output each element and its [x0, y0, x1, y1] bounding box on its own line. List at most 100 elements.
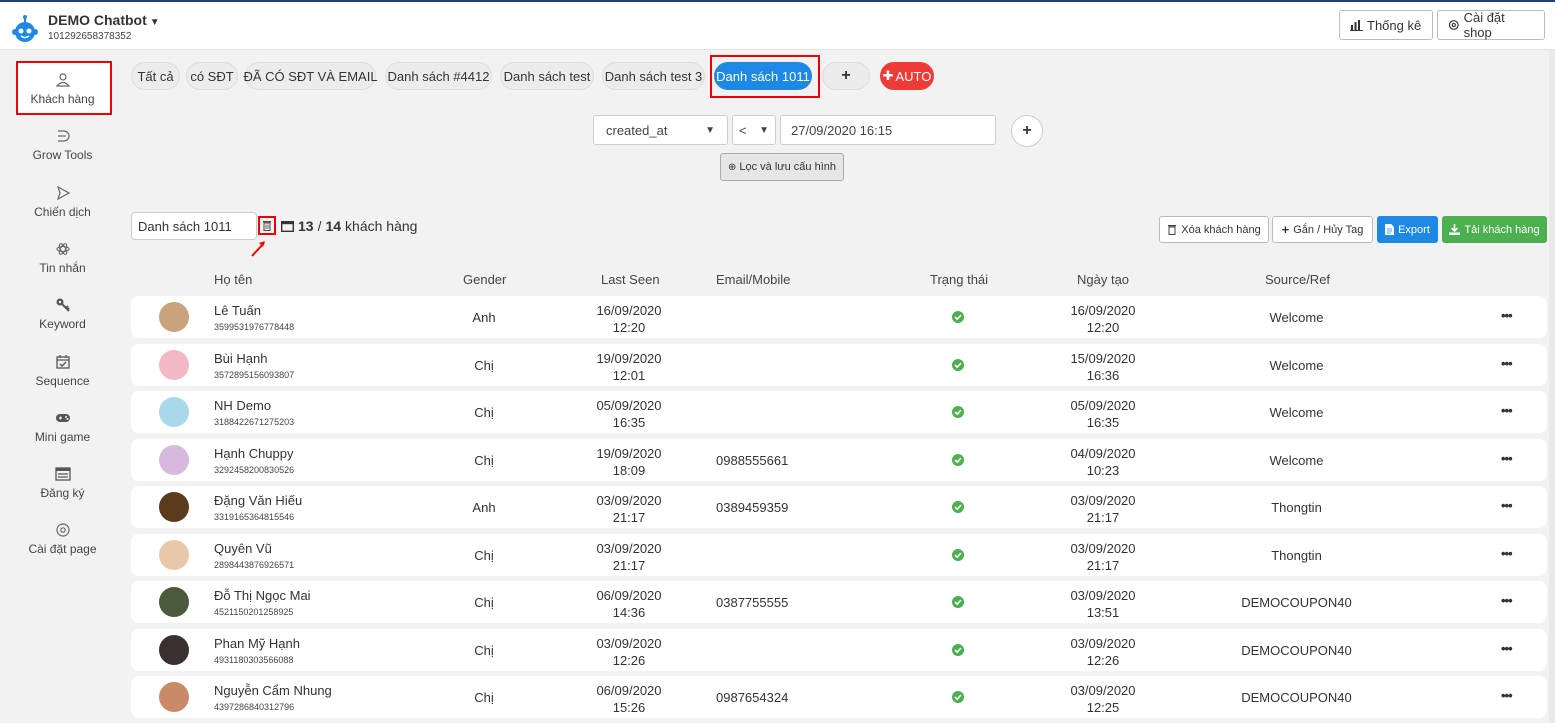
avatar[interactable]	[159, 540, 189, 570]
sidebar-item-mini-game[interactable]: Mini game	[0, 410, 125, 444]
filter-operator-value: <	[739, 122, 747, 138]
sidebar-item-campaigns[interactable]: Chiến dịch	[0, 185, 125, 219]
export-button[interactable]: Export	[1377, 216, 1438, 243]
column-header-email[interactable]: Email/Mobile	[716, 272, 790, 287]
column-header-status[interactable]: Trạng thái	[930, 272, 988, 287]
delete-customers-button[interactable]: Xóa khách hàng	[1159, 216, 1269, 243]
sidebar-item-label: Grow Tools	[32, 148, 93, 162]
download-customers-button[interactable]: Tải khách hàng	[1442, 216, 1547, 243]
customer-name[interactable]: Hạnh Chuppy	[214, 446, 294, 461]
tab-list-4412[interactable]: Danh sách #4412	[385, 62, 492, 90]
tab-has-phone-email[interactable]: ĐÃ CÓ SĐT VÀ EMAIL	[243, 62, 378, 90]
filter-value-input[interactable]: 27/09/2020 16:15	[780, 115, 996, 145]
customer-name[interactable]: NH Demo	[214, 398, 271, 413]
customer-gender: Chị	[474, 594, 494, 610]
column-header-source[interactable]: Source/Ref	[1265, 272, 1330, 287]
sidebar-item-sequence[interactable]: Sequence	[0, 354, 125, 388]
sidebar-item-grow-tools[interactable]: Grow Tools	[0, 128, 125, 162]
customer-name[interactable]: Phan Mỹ Hạnh	[214, 636, 300, 651]
sidebar-item-page-settings[interactable]: Cài đặt page	[0, 522, 125, 556]
table-row[interactable]: Hạnh Chuppy 3292458200830526 Chị 19/09/2020…	[131, 439, 1547, 481]
column-header-gender[interactable]: Gender	[463, 272, 506, 287]
source-ref: Welcome	[1269, 452, 1324, 468]
avatar[interactable]	[159, 397, 189, 427]
customer-gender: Chị	[474, 452, 494, 468]
source-ref: Welcome	[1269, 404, 1324, 420]
table-row[interactable]: NH Demo 3188422671275203 Chị 05/09/2020 16:3…	[131, 391, 1547, 433]
table-row[interactable]: Lê Tuấn 3599531976778448 Anh 16/09/2020 12:2…	[131, 296, 1547, 338]
avatar[interactable]	[159, 350, 189, 380]
shop-settings-button[interactable]: Cài đặt shop	[1437, 10, 1545, 40]
more-options-icon[interactable]: •••	[1501, 641, 1513, 656]
last-seen-time: 12:26	[612, 653, 646, 668]
customer-id: 3572895156093807	[214, 370, 295, 380]
customer-id: 3319165364815546	[214, 512, 295, 522]
customer-name[interactable]: Quyên Vũ	[214, 541, 272, 556]
scrollbar[interactable]	[1549, 50, 1555, 723]
stats-button-label: Thống kê	[1367, 17, 1422, 33]
filter-field-select[interactable]: created_at ▼	[593, 115, 728, 145]
sidebar-item-messages[interactable]: Tin nhắn	[0, 241, 125, 275]
created-time: 12:26	[1086, 653, 1120, 668]
send-icon	[56, 185, 70, 201]
table-row[interactable]: Quyên Vũ 2898443876926571 Chị 03/09/2020 21:…	[131, 534, 1547, 576]
avatar[interactable]	[159, 587, 189, 617]
more-options-icon[interactable]: •••	[1501, 403, 1513, 418]
table-row[interactable]: Phan Mỹ Hạnh 4931180303566088 Chị 03/09/202…	[131, 629, 1547, 671]
more-options-icon[interactable]: •••	[1501, 498, 1513, 513]
file-icon	[1385, 224, 1395, 235]
filter-save-button[interactable]: ⊕ Lọc và lưu cấu hình	[720, 153, 844, 181]
more-options-icon[interactable]: •••	[1501, 451, 1513, 466]
sidebar-item-customers[interactable]: Khách hàng	[0, 72, 125, 106]
last-seen-date: 19/09/2020	[596, 446, 662, 461]
customer-name[interactable]: Lê Tuấn	[214, 303, 261, 318]
column-header-last-seen[interactable]: Last Seen	[601, 272, 660, 287]
add-filter-button[interactable]: +	[1011, 115, 1043, 147]
more-options-icon[interactable]: •••	[1501, 546, 1513, 561]
page-selector[interactable]: DEMO Chatbot ▼	[48, 12, 160, 28]
add-tab-button[interactable]: +	[822, 62, 870, 90]
more-options-icon[interactable]: •••	[1501, 308, 1513, 323]
tab-list-test-3[interactable]: Danh sách test 3	[602, 62, 705, 90]
sidebar-item-register[interactable]: Đăng ký	[0, 466, 125, 500]
avatar[interactable]	[159, 492, 189, 522]
customer-name[interactable]: Đặng Văn Hiếu	[214, 493, 302, 508]
table-row[interactable]: Bùi Hạnh 3572895156093807 Chị 19/09/2020 12:…	[131, 344, 1547, 386]
sidebar-item-keyword[interactable]: Keyword	[0, 297, 125, 331]
customer-name[interactable]: Bùi Hạnh	[214, 351, 267, 366]
more-options-icon[interactable]: •••	[1501, 593, 1513, 608]
column-header-created[interactable]: Ngày tạo	[1077, 272, 1129, 287]
table-row[interactable]: Nguyễn Cẩm Nhung 4397286840312796 Chị 06/09…	[131, 676, 1547, 718]
tab-all[interactable]: Tất cả	[131, 62, 180, 90]
tag-button-label: Gắn / Hủy Tag	[1293, 223, 1364, 236]
avatar[interactable]	[159, 302, 189, 332]
list-name-input[interactable]: Danh sách 1011	[131, 212, 257, 240]
gamepad-icon	[55, 414, 70, 422]
table-row[interactable]: Đỗ Thị Ngọc Mai 4521150201258925 Chị 06/09/…	[131, 581, 1547, 623]
customer-name[interactable]: Đỗ Thị Ngọc Mai	[214, 588, 311, 603]
calendar-check-icon	[55, 355, 70, 369]
plus-icon: +	[1281, 222, 1290, 237]
avatar[interactable]	[159, 682, 189, 712]
tab-list-test[interactable]: Danh sách test	[500, 62, 594, 90]
filter-field-value: created_at	[606, 122, 668, 138]
tab-has-phone[interactable]: có SĐT	[186, 62, 238, 90]
delete-list-button[interactable]	[258, 216, 276, 235]
avatar[interactable]	[159, 445, 189, 475]
created-time: 12:25	[1086, 700, 1120, 715]
filter-operator-select[interactable]: < ▼	[732, 115, 776, 145]
table-row[interactable]: Đặng Văn Hiếu 3319165364815546 Anh 03/09/20…	[131, 486, 1547, 528]
created-at: 03/09/2020 13:51	[1053, 587, 1153, 621]
download-icon	[1449, 224, 1461, 235]
stats-button[interactable]: Thống kê	[1339, 10, 1433, 40]
tag-button[interactable]: + Gắn / Hủy Tag	[1272, 216, 1373, 243]
customer-name[interactable]: Nguyễn Cẩm Nhung	[214, 683, 332, 698]
more-options-icon[interactable]: •••	[1501, 356, 1513, 371]
more-options-icon[interactable]: •••	[1501, 688, 1513, 703]
customer-id: 4931180303566088	[214, 655, 294, 665]
column-header-name[interactable]: Họ tên	[214, 272, 252, 287]
avatar[interactable]	[159, 635, 189, 665]
auto-button[interactable]: ✚ AUTO	[880, 62, 934, 90]
last-seen: 16/09/2020 12:20	[579, 302, 679, 336]
source-ref: DEMOCOUPON40	[1241, 594, 1352, 610]
